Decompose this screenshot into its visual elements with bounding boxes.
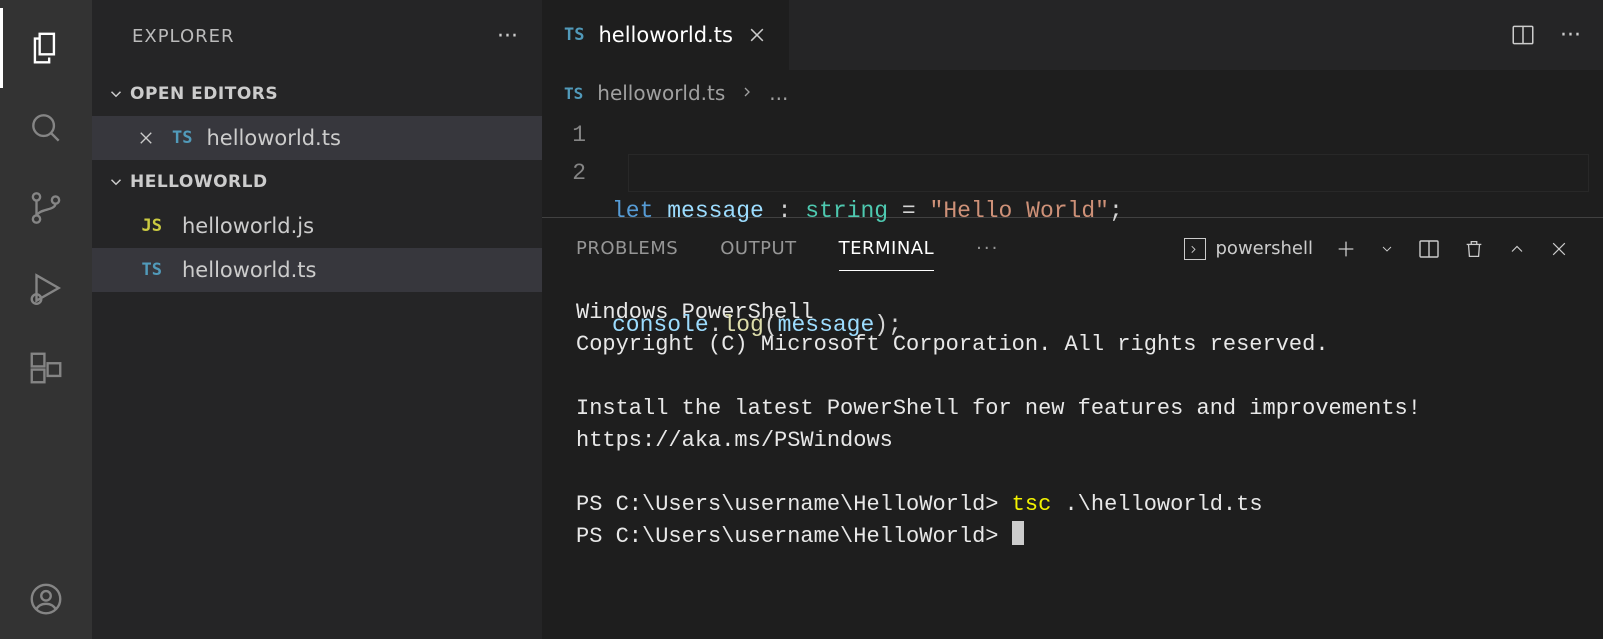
shell-name: powershell: [1216, 238, 1314, 259]
panel-actions: powershell: [1184, 237, 1570, 261]
files-icon: [27, 29, 65, 67]
tab-filename: helloworld.ts: [598, 23, 732, 47]
breadcrumb-file: helloworld.ts: [597, 81, 725, 105]
debug-icon: [27, 269, 65, 307]
branch-icon: [27, 189, 65, 227]
panel-tab-terminal[interactable]: TERMINAL: [839, 238, 935, 259]
terminal-cursor: [1012, 521, 1024, 545]
activity-account[interactable]: [0, 559, 92, 639]
search-icon: [27, 109, 65, 147]
folder-file-list: JS helloworld.js TS helloworld.ts: [92, 204, 542, 292]
line-gutter: 1 2: [564, 116, 612, 216]
line-number: 2: [564, 154, 586, 192]
activity-source-control[interactable]: [0, 168, 92, 248]
code-line: console.log(message);: [612, 306, 1123, 344]
editor-tab[interactable]: TS helloworld.ts: [542, 0, 790, 70]
terminal-icon: [1184, 238, 1206, 260]
explorer-title: EXPLORER: [132, 26, 497, 47]
trash-icon[interactable]: [1463, 238, 1485, 260]
activity-search[interactable]: [0, 88, 92, 168]
folder-label: HELLOWORLD: [130, 172, 268, 192]
close-icon[interactable]: [134, 129, 158, 147]
breadcrumb[interactable]: TS helloworld.ts ...: [542, 70, 1603, 116]
ts-badge: TS: [142, 260, 162, 280]
terminal-line: https://aka.ms/PSWindows: [576, 428, 893, 453]
activity-run-debug[interactable]: [0, 248, 92, 328]
chevron-down-icon: [102, 173, 130, 191]
explorer-more-icon[interactable]: ···: [497, 24, 518, 49]
file-name: helloworld.js: [182, 214, 314, 238]
terminal-prompt: PS C:\Users\username\HelloWorld>: [576, 492, 1012, 517]
main-area: TS helloworld.ts ··· TS helloworld.ts ..…: [542, 0, 1603, 639]
folder-section[interactable]: HELLOWORLD: [92, 160, 542, 204]
ts-badge: TS: [564, 25, 584, 45]
terminal-args: .\helloworld.ts: [1051, 492, 1262, 517]
terminal-prompt: PS C:\Users\username\HelloWorld>: [576, 524, 1012, 549]
extensions-icon: [27, 349, 65, 387]
split-editor-icon[interactable]: [1510, 22, 1536, 48]
open-editors-label: OPEN EDITORS: [130, 84, 278, 104]
open-editors-section[interactable]: OPEN EDITORS: [92, 72, 542, 116]
editor-tabbar: TS helloworld.ts ···: [542, 0, 1603, 70]
file-item-ts[interactable]: TS helloworld.ts: [92, 248, 542, 292]
line-number: 1: [564, 116, 586, 154]
js-badge: JS: [142, 216, 162, 236]
close-icon[interactable]: [747, 25, 767, 45]
open-editor-item[interactable]: TS helloworld.ts: [92, 116, 542, 160]
ts-badge: TS: [564, 84, 583, 103]
more-icon[interactable]: ···: [1560, 23, 1581, 48]
new-terminal-icon[interactable]: [1335, 238, 1357, 260]
file-name: helloworld.ts: [182, 258, 316, 282]
chevron-down-icon: [102, 85, 130, 103]
chevron-down-icon[interactable]: [1379, 241, 1395, 257]
code-editor[interactable]: 1 2 let message : string = "Hello World"…: [542, 116, 1603, 216]
code-line: let message : string = "Hello World";: [612, 192, 1123, 230]
open-editor-filename: helloworld.ts: [206, 126, 340, 150]
split-terminal-icon[interactable]: [1417, 237, 1441, 261]
ts-badge: TS: [172, 128, 192, 148]
code-content: let message : string = "Hello World"; co…: [612, 116, 1123, 216]
account-icon: [27, 580, 65, 618]
activity-explorer[interactable]: [0, 8, 92, 88]
maximize-panel-icon[interactable]: [1507, 239, 1527, 259]
terminal-shell-picker[interactable]: powershell: [1184, 238, 1314, 260]
explorer-sidebar: EXPLORER ··· OPEN EDITORS TS helloworld.…: [92, 0, 542, 639]
file-item-js[interactable]: JS helloworld.js: [92, 204, 542, 248]
chevron-right-icon: [739, 81, 755, 105]
explorer-header: EXPLORER ···: [92, 0, 542, 72]
tab-actions: ···: [1488, 0, 1603, 70]
close-panel-icon[interactable]: [1549, 239, 1569, 259]
activity-bar: [0, 0, 92, 639]
terminal-command: tsc: [1012, 492, 1052, 517]
activity-extensions[interactable]: [0, 328, 92, 408]
breadcrumb-tail: ...: [769, 81, 788, 105]
